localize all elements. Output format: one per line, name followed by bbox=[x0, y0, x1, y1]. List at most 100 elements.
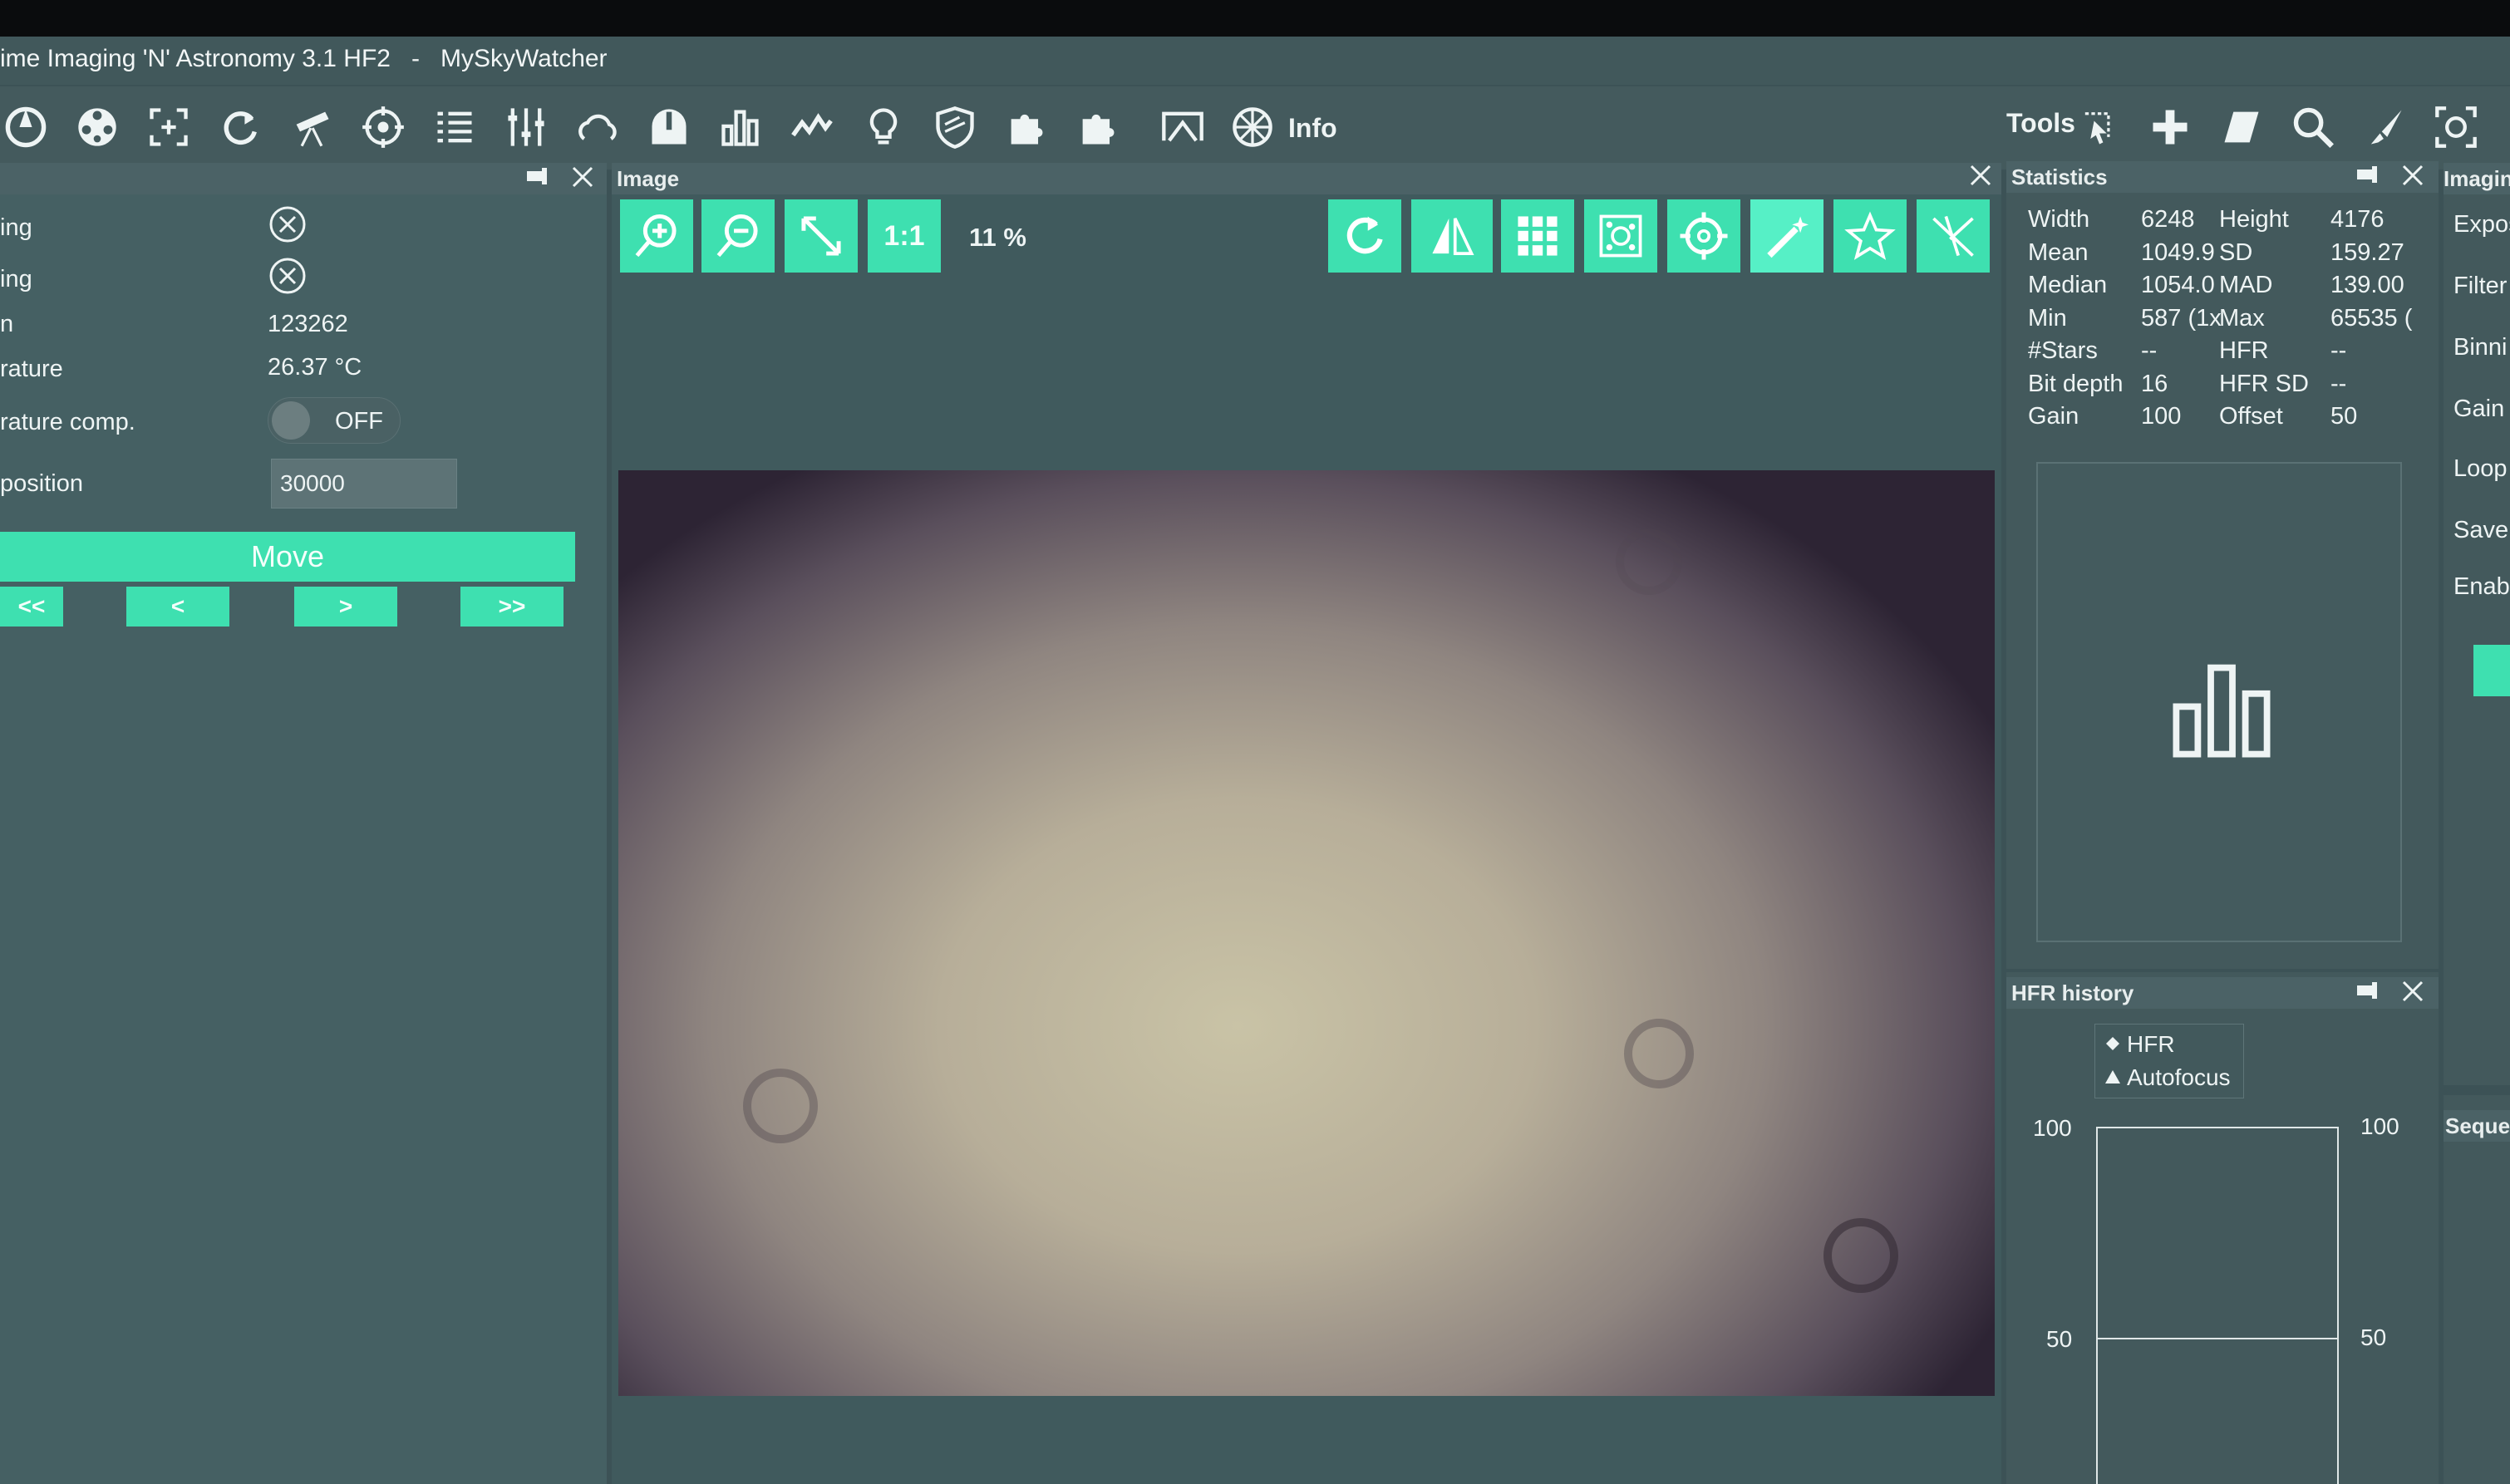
dome-icon[interactable] bbox=[645, 103, 693, 151]
stat-label: Width bbox=[2028, 206, 2090, 233]
stat-label: MAD bbox=[2219, 272, 2273, 298]
imaging-item-label: Gain bbox=[2453, 396, 2505, 422]
close-icon[interactable] bbox=[570, 165, 595, 189]
stat-label: SD bbox=[2219, 238, 2253, 266]
stat-value: -- bbox=[2141, 337, 2158, 364]
crosshair-button[interactable] bbox=[1667, 199, 1740, 273]
move-left-button[interactable]: < bbox=[126, 587, 229, 627]
y-axis-label: 50 bbox=[2360, 1324, 2387, 1350]
y-axis-label: 50 bbox=[2046, 1326, 2073, 1352]
star-button[interactable] bbox=[1833, 199, 1907, 273]
move-right-button[interactable]: > bbox=[294, 587, 397, 627]
tools-pointer-icon[interactable] bbox=[2074, 103, 2123, 151]
zoom-out-icon bbox=[716, 214, 758, 258]
focuser-position-value: 123262 bbox=[268, 311, 348, 337]
stat-value: 159.27 bbox=[2330, 238, 2404, 266]
info-wheel-icon[interactable] bbox=[1228, 103, 1277, 151]
rotate-icon bbox=[1346, 216, 1383, 254]
stat-label: Gain bbox=[2028, 403, 2079, 430]
imaging-item-label: Loop bbox=[2453, 455, 2508, 482]
move-right-fast-button[interactable]: >> bbox=[460, 587, 564, 627]
histogram-placeholder bbox=[2036, 462, 2402, 942]
hfr-plot-area bbox=[2096, 1127, 2339, 1484]
weather-icon[interactable] bbox=[573, 103, 622, 151]
flat-panel-icon[interactable] bbox=[1159, 103, 1207, 151]
bar-chart-icon[interactable] bbox=[716, 103, 765, 151]
filter-wheel-icon[interactable] bbox=[73, 103, 121, 151]
hfr-legend: HFR Autofocus bbox=[2094, 1024, 2244, 1098]
sequence-header: Sequen bbox=[2444, 1110, 2510, 1142]
pin-icon[interactable] bbox=[525, 166, 549, 186]
bahtinov-button[interactable] bbox=[1917, 199, 1990, 273]
imaging-item-label: Filter bbox=[2453, 273, 2508, 299]
close-icon[interactable] bbox=[2400, 979, 2425, 1004]
stat-value: 1049.9 bbox=[2141, 238, 2215, 266]
star-detection-button[interactable] bbox=[1584, 199, 1657, 273]
target-position-input[interactable]: 30000 bbox=[271, 459, 457, 509]
stat-label: Min bbox=[2028, 304, 2067, 332]
captured-image[interactable] bbox=[618, 470, 1995, 1396]
auto-stretch-button[interactable] bbox=[1750, 199, 1823, 273]
lightbulb-icon[interactable] bbox=[859, 103, 908, 151]
flip-icon bbox=[1432, 218, 1474, 255]
ruler-icon[interactable] bbox=[2217, 103, 2266, 151]
stat-value: 139.00 bbox=[2330, 272, 2404, 298]
switch-list-icon[interactable] bbox=[431, 103, 479, 151]
y-axis-label: 100 bbox=[2360, 1113, 2399, 1139]
zoom-level: 11 % bbox=[969, 223, 1026, 252]
info-label[interactable]: Info bbox=[1288, 113, 1337, 144]
rotate-button[interactable] bbox=[1328, 199, 1401, 273]
image-panel-header: Image bbox=[612, 163, 2001, 194]
focuser-row-label: ing bbox=[0, 266, 32, 292]
circle-x-icon bbox=[268, 256, 308, 296]
imaging-item-label: Save bbox=[2453, 517, 2509, 543]
aperture-icon[interactable] bbox=[2, 103, 50, 151]
telescope-icon[interactable] bbox=[288, 103, 336, 151]
zoom-in-button[interactable] bbox=[620, 199, 693, 273]
dust-mote bbox=[1624, 1019, 1694, 1088]
move-left-fast-button[interactable]: << bbox=[0, 587, 63, 627]
capture-button[interactable] bbox=[2473, 645, 2510, 696]
brush-icon[interactable] bbox=[2360, 103, 2409, 151]
crosshair-icon bbox=[1680, 212, 1728, 260]
stat-label: Median bbox=[2028, 272, 2108, 298]
triangle-marker-icon bbox=[2104, 1068, 2122, 1086]
grid-button[interactable] bbox=[1501, 199, 1574, 273]
one-to-one-button[interactable]: 1:1 bbox=[868, 199, 941, 273]
stat-label: HFR bbox=[2219, 337, 2269, 364]
magic-wand-icon bbox=[1767, 216, 1809, 258]
focuser-row-label: n bbox=[0, 311, 14, 337]
plugin-icon[interactable] bbox=[1074, 103, 1122, 151]
temperature-comp-toggle[interactable]: OFF bbox=[268, 397, 401, 444]
zoom-in-icon bbox=[635, 214, 677, 258]
screenshot-icon[interactable] bbox=[2432, 103, 2480, 151]
stat-label: Mean bbox=[2028, 238, 2089, 266]
safety-shield-icon[interactable] bbox=[931, 103, 979, 151]
focuser-row-label: position bbox=[0, 470, 83, 497]
close-icon[interactable] bbox=[2400, 163, 2425, 188]
rotator-icon[interactable] bbox=[216, 103, 264, 151]
fit-to-screen-button[interactable] bbox=[785, 199, 858, 273]
imaging-panel bbox=[2444, 163, 2510, 1085]
plugin-icon[interactable] bbox=[1002, 103, 1051, 151]
crosshair-plus-icon[interactable] bbox=[2146, 103, 2194, 151]
close-icon[interactable] bbox=[1968, 163, 1993, 188]
sliders-icon[interactable] bbox=[502, 103, 550, 151]
bahtinov-icon bbox=[1932, 215, 1974, 257]
zoom-out-button[interactable] bbox=[701, 199, 775, 273]
focuser-icon[interactable] bbox=[145, 103, 193, 151]
dust-mote bbox=[1616, 528, 1682, 595]
flip-button[interactable] bbox=[1411, 199, 1493, 273]
move-button[interactable]: Move bbox=[0, 532, 575, 582]
pin-icon[interactable] bbox=[2355, 980, 2379, 1000]
stat-label: #Stars bbox=[2028, 337, 2098, 364]
focuser-row-label: rature bbox=[0, 356, 63, 382]
pin-icon[interactable] bbox=[2355, 165, 2379, 184]
zoom-search-icon[interactable] bbox=[2289, 103, 2337, 151]
guider-icon[interactable] bbox=[359, 103, 407, 151]
stat-value: 587 (1x bbox=[2141, 304, 2222, 332]
bar-chart-icon bbox=[2168, 655, 2276, 763]
stat-label: HFR SD bbox=[2219, 370, 2309, 397]
guide-graph-icon[interactable] bbox=[788, 103, 836, 151]
stat-value: 1054.0 bbox=[2141, 272, 2215, 298]
